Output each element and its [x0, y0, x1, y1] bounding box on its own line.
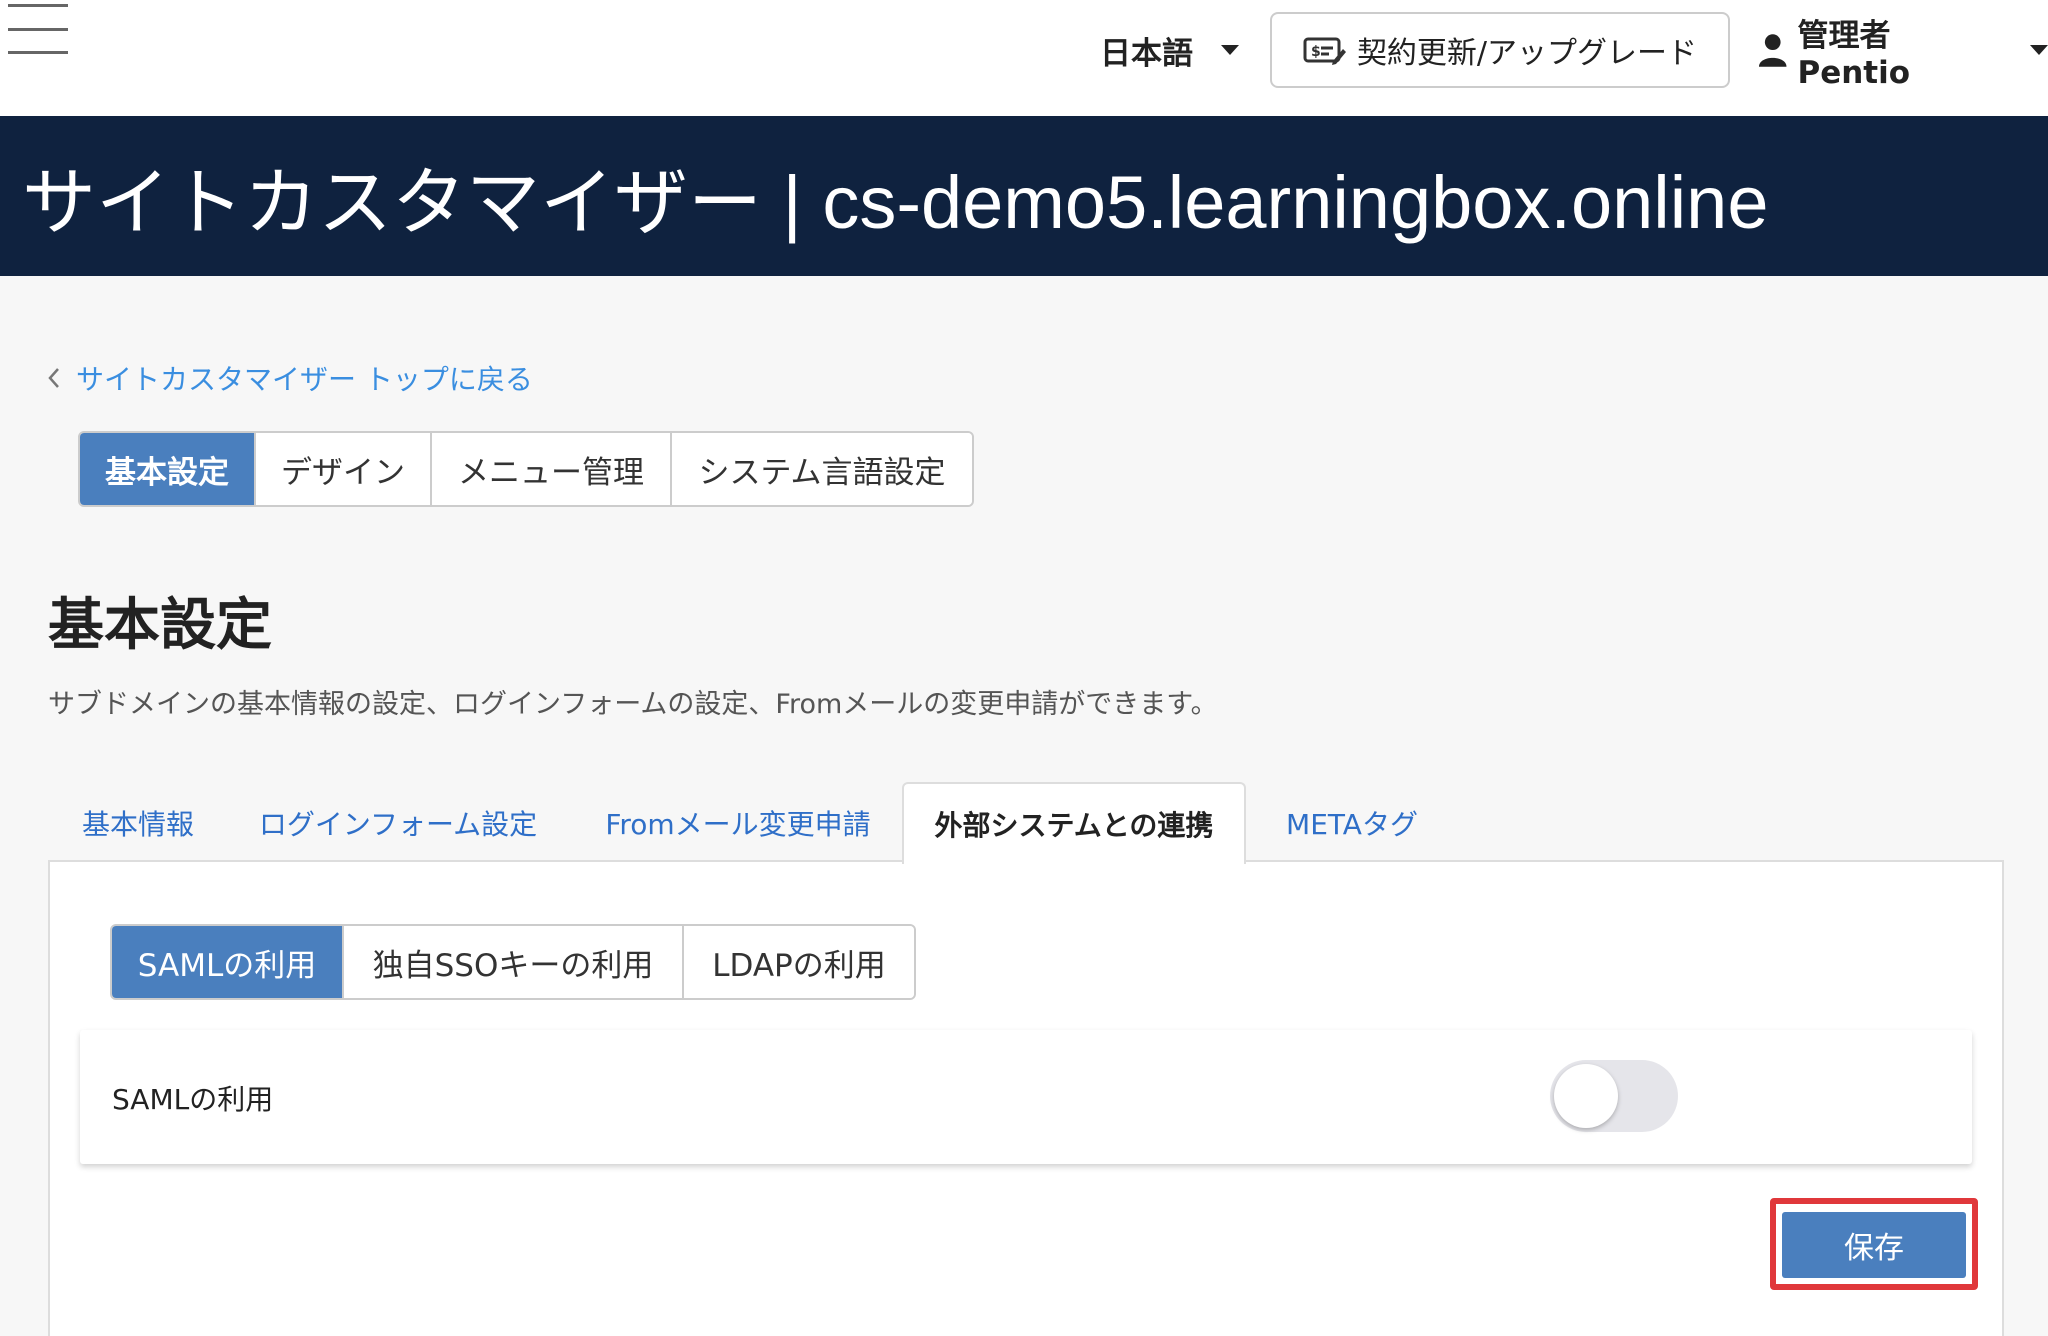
tab-from-mail[interactable]: Fromメール変更申請	[588, 782, 888, 864]
payment-icon: $	[1303, 37, 1346, 65]
upgrade-label: 契約更新/アップグレード	[1356, 36, 1698, 71]
tab-external-systems[interactable]: 外部システムとの連携	[902, 782, 1246, 864]
section-description: サブドメインの基本情報の設定、ログインフォームの設定、Fromメールの変更申請が…	[48, 689, 1218, 720]
tab-label: 基本設定	[105, 454, 229, 491]
save-button[interactable]: 保存	[1782, 1212, 1966, 1278]
tab-design[interactable]: デザイン	[256, 433, 432, 505]
tab-label: 独自SSOキーの利用	[372, 947, 654, 984]
menu-icon[interactable]	[8, 4, 70, 54]
tab-label: システム言語設定	[698, 454, 946, 491]
page-header: サイトカスタマイザー | cs-demo5.learningbox.online	[0, 116, 2048, 276]
caret-down-icon	[1221, 45, 1239, 55]
tab-label: METAタグ	[1286, 808, 1418, 841]
back-link[interactable]: サイトカスタマイザー トップに戻る	[46, 358, 533, 398]
top-bar: 日本語 $ 契約更新/アップグレード 管理者 Pentio	[0, 0, 2048, 116]
user-icon	[1758, 34, 1787, 67]
tab-basic-info[interactable]: 基本情報	[48, 782, 228, 864]
svg-text:$: $	[1311, 44, 1321, 60]
language-label: 日本語	[1100, 35, 1193, 72]
tab-label: 外部システムとの連携	[934, 809, 1214, 842]
page-title: サイトカスタマイザー | cs-demo5.learningbox.online	[22, 160, 1769, 244]
language-selector[interactable]: 日本語	[1100, 24, 1239, 76]
sso-tab-group: SAMLの利用 独自SSOキーの利用 LDAPの利用	[110, 924, 916, 1000]
tab-label: SAMLの利用	[137, 947, 317, 984]
upgrade-button[interactable]: $ 契約更新/アップグレード	[1270, 12, 1730, 88]
section-title: 基本設定	[48, 593, 272, 658]
tab-login-form[interactable]: ログインフォーム設定	[248, 782, 548, 864]
user-name: 管理者 Pentio	[1797, 17, 1911, 91]
saml-setting-card: SAMLの利用	[80, 1030, 1972, 1164]
toggle-knob	[1554, 1064, 1618, 1128]
tab-label: 基本情報	[81, 808, 194, 841]
tab-label: Fromメール変更申請	[605, 808, 871, 841]
chevron-left-icon	[48, 368, 59, 388]
tab-basic-settings[interactable]: 基本設定	[80, 433, 256, 505]
tab-meta-tags[interactable]: METAタグ	[1262, 782, 1442, 864]
tab-ldap[interactable]: LDAPの利用	[684, 926, 914, 998]
tab-label: メニュー管理	[458, 454, 644, 491]
tab-label: デザイン	[281, 454, 405, 491]
tab-menu-management[interactable]: メニュー管理	[432, 433, 672, 505]
saml-setting-label: SAMLの利用	[112, 1083, 274, 1116]
tab-saml[interactable]: SAMLの利用	[112, 926, 344, 998]
settings-tabs: 基本情報 ログインフォーム設定 Fromメール変更申請 外部システムとの連携 M…	[48, 782, 2004, 864]
user-menu[interactable]: 管理者 Pentio	[1758, 18, 2048, 91]
tab-panel: SAMLの利用 独自SSOキーの利用 LDAPの利用 SAMLの利用 保存	[48, 860, 2004, 1336]
tab-label: LDAPの利用	[712, 947, 886, 984]
tab-system-language[interactable]: システム言語設定	[672, 433, 972, 505]
caret-down-icon	[2030, 45, 2048, 55]
main-tab-group: 基本設定 デザイン メニュー管理 システム言語設定	[78, 431, 974, 507]
tab-custom-sso[interactable]: 独自SSOキーの利用	[344, 926, 684, 998]
back-link-label: サイトカスタマイザー トップに戻る	[76, 363, 533, 396]
tab-label: ログインフォーム設定	[258, 808, 538, 841]
saml-toggle[interactable]	[1550, 1060, 1678, 1132]
